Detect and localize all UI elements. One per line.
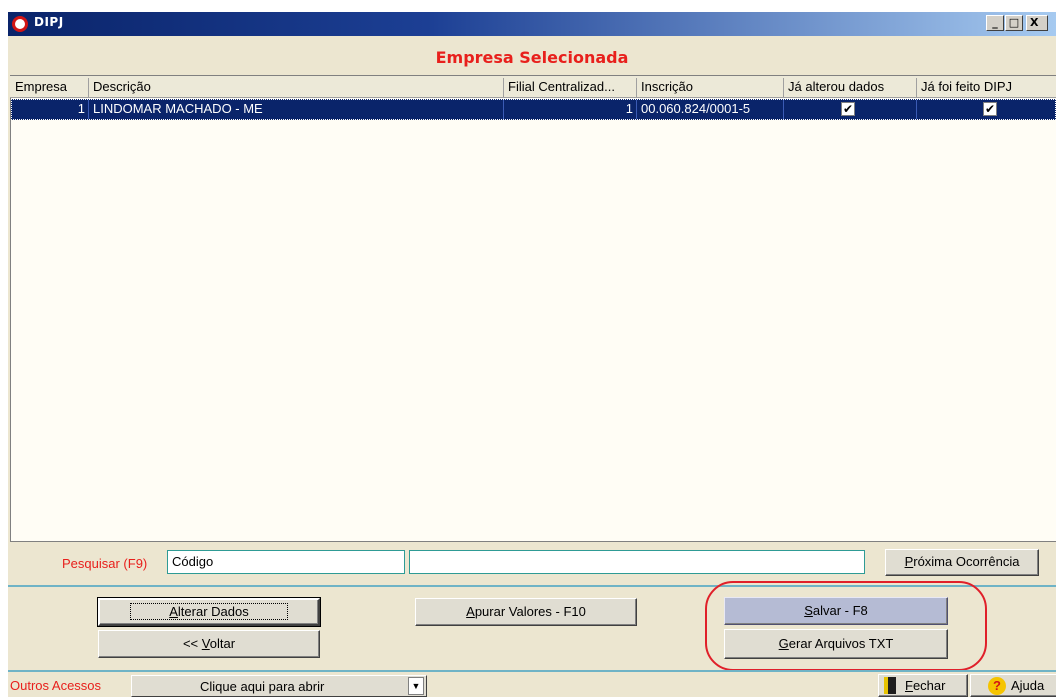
help-icon: ? <box>988 677 1006 695</box>
highlight-annotation <box>705 581 987 671</box>
checkbox-ja-feito-dipj[interactable]: ✔ <box>983 102 997 116</box>
column-header-descricao[interactable]: Descrição <box>89 78 504 98</box>
accelerator-key: A <box>466 604 475 619</box>
column-header-ja-alterou[interactable]: Já alterou dados <box>784 78 917 98</box>
accelerator-key: F <box>905 678 913 693</box>
column-header-inscricao[interactable]: Inscrição <box>637 78 784 98</box>
column-header-ja-feito-dipj[interactable]: Já foi feito DIPJ <box>917 78 1056 98</box>
alterar-dados-button[interactable]: Alterar Dados <box>97 597 321 627</box>
checkbox-ja-alterou[interactable]: ✔ <box>841 102 855 116</box>
voltar-button[interactable]: << Voltar <box>98 630 320 658</box>
outros-acessos-label: Outros Acessos <box>10 678 102 693</box>
app-icon[interactable] <box>12 16 28 32</box>
grid-caption: Empresa Selecionada <box>435 48 629 67</box>
cell-inscricao[interactable]: 00.060.824/0001-5 <box>637 100 784 119</box>
next-occurrence-button[interactable]: Próxima Ocorrência <box>885 549 1039 576</box>
accelerator-key: P <box>904 554 914 569</box>
button-label: << <box>182 636 202 651</box>
outros-acessos-value[interactable]: Clique aqui para abrir <box>200 679 324 694</box>
column-header-empresa[interactable]: Empresa <box>11 78 89 98</box>
title-bar[interactable] <box>8 12 1056 36</box>
ajuda-button[interactable]: Ajuda <box>970 674 1056 697</box>
search-field-select[interactable]: Código <box>167 550 405 574</box>
button-label: oltar <box>209 636 236 651</box>
search-label: Pesquisar (F9) <box>62 556 148 571</box>
cell-descricao[interactable]: LINDOMAR MACHADO - ME <box>89 100 504 119</box>
maximize-button[interactable]: □ <box>1005 15 1023 31</box>
accelerator-key: A <box>169 604 178 619</box>
door-exit-icon <box>884 677 896 694</box>
window-title: DIPJ <box>34 15 64 29</box>
dropdown-arrow-icon[interactable]: ▼ <box>408 677 424 695</box>
accelerator-key: V <box>201 636 210 651</box>
cell-empresa[interactable]: 1 <box>12 100 89 119</box>
button-label: purar Valores - F10 <box>474 604 586 619</box>
close-window-button[interactable]: X <box>1026 15 1048 31</box>
apurar-valores-button[interactable]: Apurar Valores - F10 <box>415 598 637 626</box>
separator <box>8 670 1056 672</box>
minimize-button[interactable]: _ <box>986 15 1004 31</box>
column-header-filial[interactable]: Filial Centralizad... <box>504 78 637 98</box>
company-grid[interactable] <box>10 75 1056 542</box>
search-input[interactable] <box>409 550 865 574</box>
cell-filial[interactable]: 1 <box>504 100 637 119</box>
button-label: róxima Ocorrência <box>913 554 1020 569</box>
button-label: lterar Dados <box>177 604 249 619</box>
button-label: echar <box>912 678 946 693</box>
